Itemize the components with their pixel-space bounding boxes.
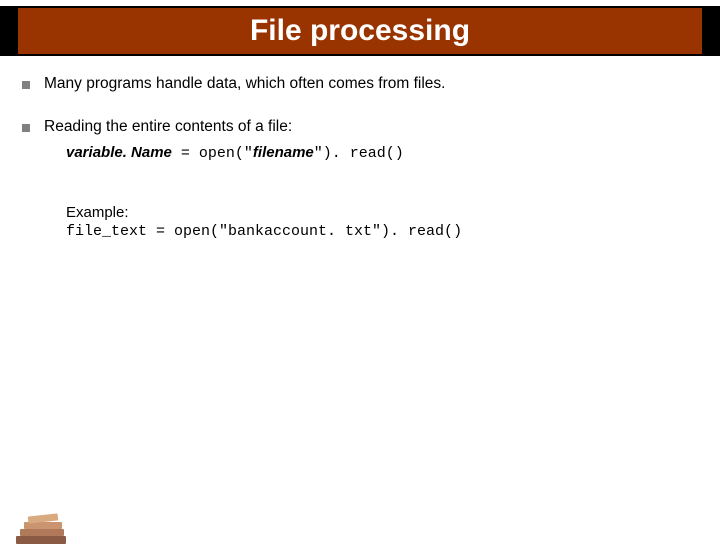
square-bullet-icon xyxy=(22,81,30,89)
books-illustration-icon xyxy=(6,508,86,544)
syntax-close-read: "). read() xyxy=(314,145,404,162)
example-block: Example: file_text = open("bankaccount. … xyxy=(66,204,698,240)
slide-title: File processing xyxy=(18,6,702,56)
bullet-item-1: Many programs handle data, which often c… xyxy=(22,74,698,95)
syntax-varname: variable. Name xyxy=(66,144,172,161)
slide-content: Many programs handle data, which often c… xyxy=(0,56,720,240)
example-code: file_text = open("bankaccount. txt"). re… xyxy=(66,223,698,240)
bullet-text-2: Reading the entire contents of a file: xyxy=(44,117,698,138)
square-bullet-icon xyxy=(22,124,30,132)
syntax-line: variable. Name = open("filename"). read(… xyxy=(66,144,698,162)
bullet-text-1: Many programs handle data, which often c… xyxy=(44,74,698,95)
syntax-eq-open: = open(" xyxy=(172,145,253,162)
example-label: Example: xyxy=(66,204,698,221)
syntax-filename: filename xyxy=(253,144,314,161)
bullet-item-2: Reading the entire contents of a file: xyxy=(22,117,698,138)
